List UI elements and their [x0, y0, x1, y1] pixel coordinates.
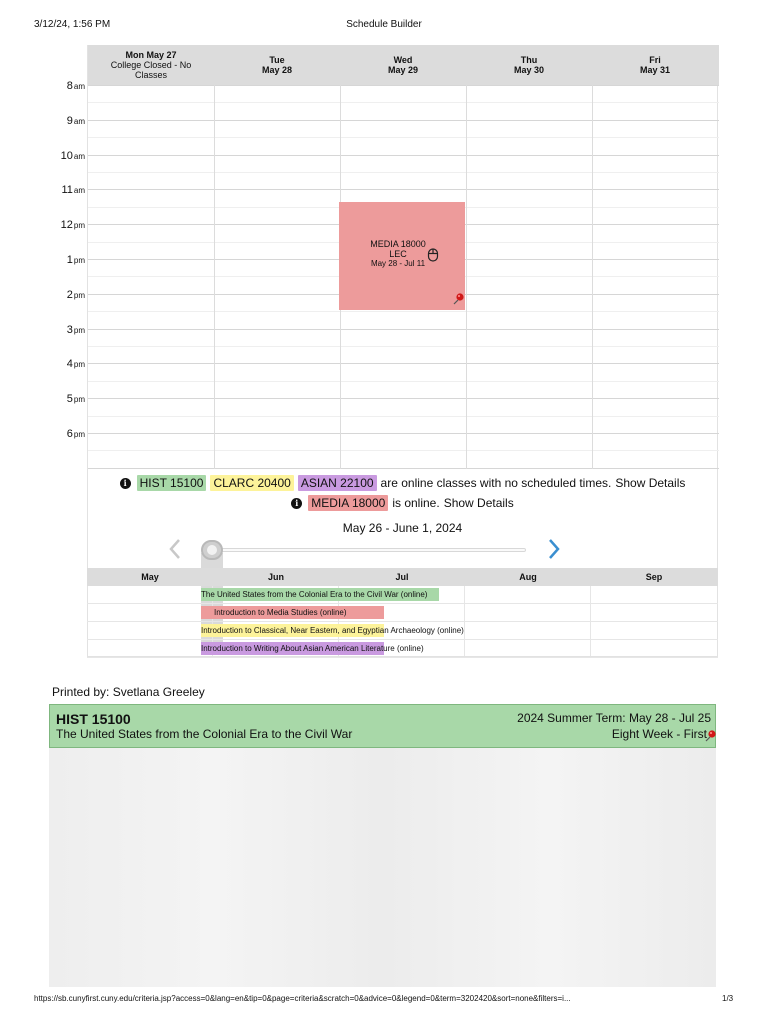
online-tag-hist[interactable]: HIST 15100 — [136, 475, 207, 491]
day-header-wed: Wed May 29 — [340, 45, 466, 85]
day-label: Thu — [520, 55, 538, 65]
hour-label: 6pm — [66, 428, 85, 440]
month-jun: Jun — [267, 572, 284, 582]
half-hour-gridline — [88, 415, 719, 417]
timeline-row-media[interactable]: Introduction to Media Studies (online) — [87, 604, 718, 622]
week-slider-track[interactable] — [212, 548, 526, 552]
hour-label: 4pm — [66, 358, 85, 371]
hour-label: 11am — [61, 184, 85, 197]
hour-label: 8am — [66, 80, 85, 92]
hour-gridline — [88, 398, 719, 400]
timeline-header: May Jun Jul Aug Sep — [87, 568, 718, 586]
online-tag-asian[interactable]: ASIAN 22100 — [297, 475, 377, 491]
day-column-divider — [214, 85, 215, 469]
half-hour-gridline — [88, 380, 719, 382]
info-circle-icon: i — [291, 497, 303, 509]
online-media-text: is online. — [392, 496, 440, 510]
timeline-label: Introduction to Writing About Asian Amer… — [201, 644, 424, 653]
event-media-18000[interactable]: MEDIA 18000 LEC May 28 - Jul 11 — [339, 202, 465, 310]
day-date: May 30 — [513, 65, 545, 75]
course-term: 2024 Summer Term: May 28 - Jul 25 — [517, 711, 711, 725]
half-hour-gridline — [88, 137, 719, 139]
hour-label: 3pm — [66, 323, 85, 336]
mouse-icon — [427, 248, 439, 262]
day-date: May 31 — [639, 65, 671, 75]
hour-label: 2pm — [66, 288, 85, 301]
day-label: Fri — [649, 55, 661, 65]
hour-gridline — [88, 119, 719, 121]
day-label: Wed — [393, 55, 413, 65]
month-jul: Jul — [395, 572, 409, 582]
printed-by: Printed by: Svetlana Greeley — [52, 685, 205, 699]
course-card-header[interactable]: HIST 15100 The United States from the Co… — [49, 704, 716, 748]
print-title: Schedule Builder — [346, 19, 422, 30]
month-aug: Aug — [519, 572, 537, 582]
online-notice: i HIST 15100 CLARC 20400 ASIAN 22100 are… — [87, 475, 718, 491]
course-code: HIST 15100 — [56, 711, 131, 727]
pushpin-icon[interactable] — [703, 729, 717, 743]
course-card: HIST 15100 The United States from the Co… — [49, 704, 716, 987]
day-closed-note: College Closed - No Classes — [110, 60, 192, 80]
half-hour-gridline — [88, 450, 719, 452]
hour-gridline — [88, 433, 719, 434]
timeline-row-asian[interactable]: Introduction to Writing About Asian Amer… — [87, 640, 718, 658]
timeline-row-clarc[interactable]: Introduction to Classical, Near Eastern,… — [87, 622, 718, 640]
hour-label: 1pm — [66, 254, 85, 266]
calendar-header: Mon May 27 College Closed - No Classes T… — [88, 45, 719, 85]
online-tag-media[interactable]: MEDIA 18000 — [308, 495, 389, 511]
day-column-divider — [592, 85, 593, 469]
date-range-label: May 26 - June 1, 2024 — [342, 521, 463, 535]
day-header-tue: Tue May 28 — [214, 45, 340, 85]
hour-label: 5pm — [66, 393, 85, 406]
day-header-thu: Thu May 30 — [466, 45, 592, 85]
chevron-left-icon[interactable] — [167, 537, 183, 561]
timeline-label: The United States from the Colonial Era … — [201, 590, 428, 599]
show-details-link[interactable]: Show Details — [444, 496, 514, 510]
day-label: Mon May 27 — [125, 50, 177, 60]
hour-gridline — [88, 85, 719, 86]
hour-label: 12pm — [60, 219, 85, 232]
timeline-label: Introduction to Media Studies (online) — [214, 608, 347, 617]
info-circle-icon: i — [119, 477, 131, 489]
chevron-right-icon[interactable] — [546, 537, 562, 561]
online-notice-media: i MEDIA 18000 is online. Show Details — [87, 495, 718, 511]
course-title: The United States from the Colonial Era … — [56, 727, 353, 741]
month-may: May — [141, 572, 159, 582]
online-tag-clarc[interactable]: CLARC 20400 — [210, 475, 294, 491]
day-label: Tue — [269, 55, 285, 65]
show-details-link[interactable]: Show Details — [615, 476, 685, 490]
hour-gridline — [88, 363, 719, 365]
day-header-mon: Mon May 27 College Closed - No Classes — [88, 45, 214, 85]
day-date: May 28 — [261, 65, 293, 75]
hour-gridline — [88, 189, 719, 191]
pushpin-icon[interactable] — [451, 292, 465, 306]
timeline-label: Introduction to Classical, Near Eastern,… — [201, 626, 464, 635]
half-hour-gridline — [88, 346, 719, 347]
course-session: Eight Week - First — [611, 727, 707, 741]
week-calendar: Mon May 27 College Closed - No Classes T… — [87, 45, 719, 657]
hour-gridline — [88, 328, 719, 330]
footer-page-number: 1/3 — [722, 994, 734, 1003]
half-hour-gridline — [88, 172, 719, 173]
hour-label: 10am — [60, 149, 85, 162]
half-hour-gridline — [88, 311, 719, 313]
hour-gridline — [88, 154, 719, 156]
half-hour-gridline — [88, 102, 719, 104]
day-date: May 29 — [387, 65, 419, 75]
hour-gridline — [88, 467, 719, 469]
day-header-fri: Fri May 31 — [592, 45, 718, 85]
week-slider-handle[interactable] — [201, 540, 223, 560]
month-sep: Sep — [645, 572, 663, 582]
timeline-row-hist[interactable]: The United States from the Colonial Era … — [87, 586, 718, 604]
day-column-divider — [466, 85, 467, 469]
footer-url: https://sb.cunyfirst.cuny.edu/criteria.j… — [34, 994, 571, 1003]
hour-label: 9am — [66, 114, 85, 127]
online-notice-text: are online classes with no scheduled tim… — [380, 476, 612, 490]
